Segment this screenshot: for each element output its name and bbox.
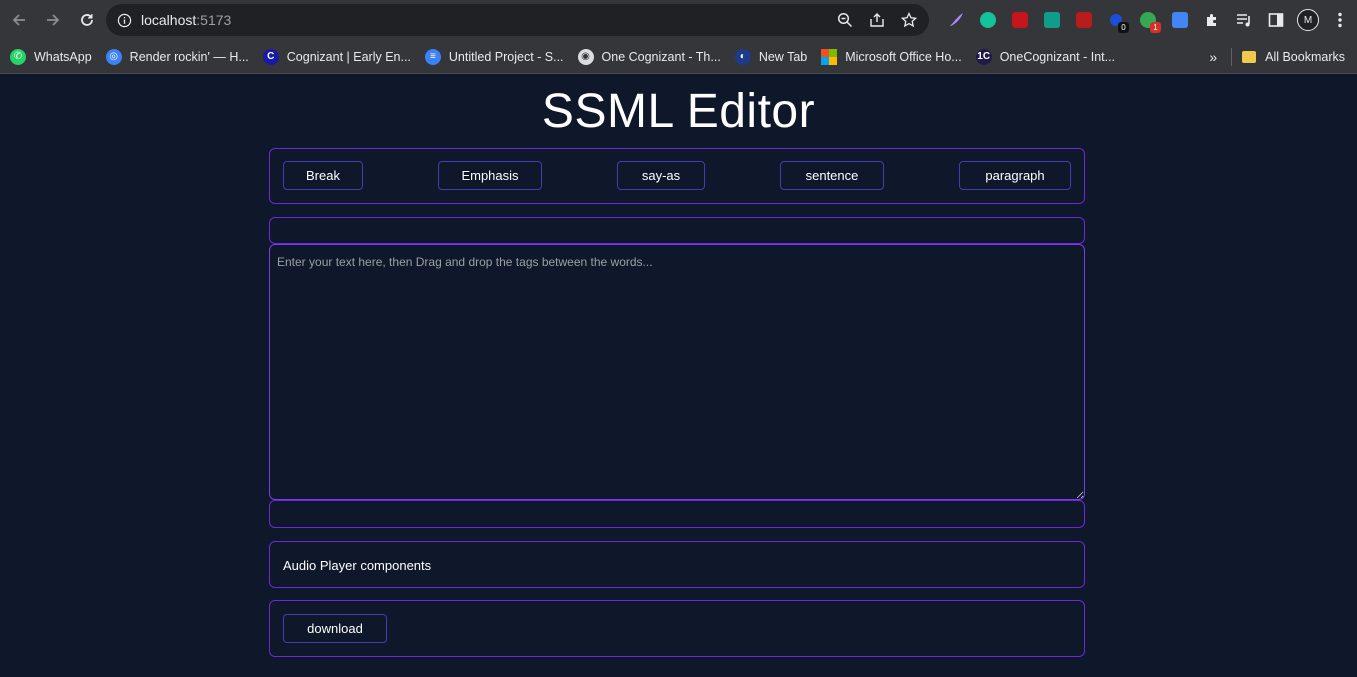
bookmarks-bar: ✆ WhatsApp ◎ Render rockin' — H... C Cognizan… — [0, 40, 1357, 73]
page-title: SSML Editor — [541, 85, 816, 138]
menu-kebab-icon[interactable] — [1324, 6, 1356, 34]
bookmark-item[interactable]: ◉ One Cognizant - Th... — [577, 44, 729, 70]
media-control-icon[interactable] — [1228, 6, 1260, 34]
bookmark-favicon-icon — [821, 48, 838, 65]
url-text: localhost:5173 — [141, 12, 231, 28]
forward-button[interactable] — [37, 4, 69, 36]
bookmark-item[interactable]: ◐ New Tab — [734, 44, 815, 70]
reload-button[interactable] — [71, 4, 103, 36]
profile-button[interactable]: M — [1292, 6, 1324, 34]
paragraph-tag-button[interactable]: paragraph — [959, 161, 1071, 190]
bookmark-favicon-icon: 1C — [975, 48, 992, 65]
puzzle-extensions-icon[interactable] — [1196, 6, 1228, 34]
bookmark-label: WhatsApp — [34, 49, 92, 64]
extensions-area: 0 1 M — [940, 6, 1356, 34]
blue-extension-icon[interactable]: 0 — [1100, 6, 1132, 34]
extension-badge-1: 1 — [1150, 22, 1161, 33]
translate-extension-icon[interactable] — [1164, 6, 1196, 34]
bookmark-item[interactable]: C Cognizant | Early En... — [262, 44, 419, 70]
pdf-extension-icon[interactable] — [1004, 6, 1036, 34]
forward-arrow-icon — [47, 14, 60, 26]
extension-badge-0: 0 — [1118, 22, 1129, 33]
audio-player-label: Audio Player components — [283, 558, 432, 573]
folder-icon — [1242, 50, 1257, 63]
bookmark-label: Microsoft Office Ho... — [845, 49, 962, 64]
bookmark-favicon-icon: ◐ — [734, 48, 751, 65]
url-host: localhost — [141, 12, 197, 28]
more-bookmarks-chevron-icon[interactable]: » — [1209, 49, 1217, 65]
bookmark-item[interactable]: Microsoft Office Ho... — [821, 44, 969, 70]
grammarly-extension-icon[interactable] — [972, 6, 1004, 34]
all-bookmarks-label: All Bookmarks — [1265, 49, 1345, 64]
say-as-tag-button[interactable]: say-as — [617, 161, 705, 190]
green-extension-icon[interactable]: 1 — [1132, 6, 1164, 34]
ssml-editor-page: SSML Editor Break Emphasis say-as senten… — [0, 74, 1357, 677]
bookmark-label: OneCognizant - Int... — [999, 49, 1116, 64]
bookmark-item[interactable]: ✆ WhatsApp — [10, 44, 100, 70]
ssml-text-editor[interactable] — [269, 244, 1085, 500]
top-output-strip — [269, 217, 1085, 244]
bookmark-item[interactable]: ◎ Render rockin' — H... — [105, 44, 257, 70]
bookmark-favicon-icon: ◉ — [577, 48, 594, 65]
bookmark-item[interactable]: ≡ Untitled Project - S... — [424, 44, 572, 70]
red-shield-extension-icon[interactable] — [1068, 6, 1100, 34]
zoom-icon[interactable] — [833, 8, 857, 32]
back-arrow-icon — [12, 14, 25, 26]
break-tag-button[interactable]: Break — [283, 161, 363, 190]
bookmarks-divider — [1231, 47, 1233, 66]
browser-chrome: localhost:5173 0 1 M ✆ WhatsApp ◎ Render ro… — [0, 0, 1357, 74]
bookmark-favicon-icon: ≡ — [424, 48, 441, 65]
bookmark-item[interactable]: 1C OneCognizant - Int... — [975, 44, 1123, 70]
reload-icon — [81, 14, 93, 26]
browser-toolbar: localhost:5173 0 1 M — [0, 0, 1357, 40]
bottom-output-strip — [269, 500, 1085, 528]
tag-toolbar: Break Emphasis say-as sentence paragraph — [269, 148, 1085, 204]
bookmark-favicon-icon: ✆ — [10, 48, 26, 65]
site-info-icon[interactable] — [116, 12, 132, 28]
bookmark-favicon-icon: C — [262, 48, 279, 65]
bookmark-favicon-icon: ◎ — [105, 48, 122, 65]
audio-player-panel: Audio Player components — [269, 541, 1085, 588]
bookmark-star-icon[interactable] — [897, 8, 921, 32]
bookmark-label: Render rockin' — H... — [129, 49, 249, 64]
teal-extension-icon[interactable] — [1036, 6, 1068, 34]
download-panel: download — [269, 600, 1085, 657]
download-button[interactable]: download — [283, 614, 387, 643]
back-button[interactable] — [3, 4, 35, 36]
bookmark-label: Cognizant | Early En... — [286, 49, 411, 64]
emphasis-tag-button[interactable]: Emphasis — [438, 161, 542, 190]
side-panel-icon[interactable] — [1260, 6, 1292, 34]
bookmark-label: One Cognizant - Th... — [601, 49, 721, 64]
bookmark-label: Untitled Project - S... — [448, 49, 564, 64]
sentence-tag-button[interactable]: sentence — [780, 161, 884, 190]
all-bookmarks-button[interactable]: All Bookmarks — [1242, 44, 1345, 70]
quill-extension-icon[interactable] — [940, 6, 972, 34]
share-icon[interactable] — [865, 8, 889, 32]
bookmark-label: New Tab — [758, 49, 808, 64]
url-port: :5173 — [196, 12, 232, 28]
avatar: M — [1297, 9, 1319, 31]
address-bar[interactable]: localhost:5173 — [106, 4, 929, 36]
